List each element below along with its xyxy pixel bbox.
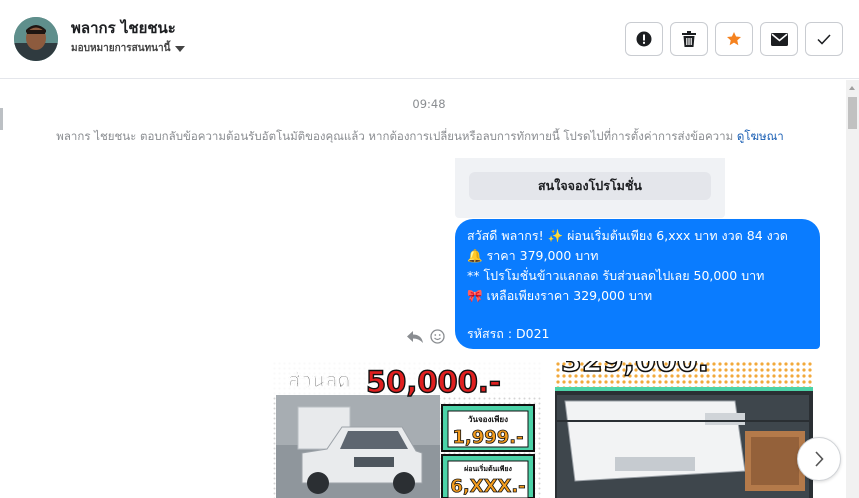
star-icon xyxy=(727,32,741,46)
ad-box2-label: ผ่อนเริ่มต้นเพียง xyxy=(464,463,512,473)
ad-image-truck[interactable]: 329,000. xyxy=(555,361,813,498)
ad-box2-value: 6,XXX.- xyxy=(450,476,525,497)
envelope-icon xyxy=(770,32,788,46)
trash-icon xyxy=(682,31,696,47)
carousel-next-button[interactable] xyxy=(797,437,841,481)
message-line: สวัสดี พลากร! ✨ ผ่อนเริ่มต้นเพียง 6,xxx … xyxy=(467,228,788,243)
ad-discount-text: 50,000.- xyxy=(366,365,501,399)
message-bubble[interactable]: สวัสดี พลากร! ✨ ผ่อนเริ่มต้นเพียง 6,xxx … xyxy=(455,219,820,349)
ad-price-text: 329,000. xyxy=(561,361,709,379)
assign-label: มอบหมายการสนทนานี้ xyxy=(71,43,171,54)
template-card: สนใจจองโปรโมชั่น xyxy=(455,158,725,218)
message-actions xyxy=(406,329,445,344)
reply-icon[interactable] xyxy=(406,330,424,344)
check-icon xyxy=(817,33,831,45)
message-line: ** โปรโมชั่นข้าวแลกลด รับส่วนลดไปเลย 50,… xyxy=(467,268,765,283)
header-actions xyxy=(625,22,843,56)
spam-button[interactable] xyxy=(625,22,663,56)
message-line: รหัสรถ : D021 xyxy=(467,326,550,341)
star-button[interactable] xyxy=(715,22,753,56)
ad-box1-value: 1,999.- xyxy=(452,427,523,448)
contact-name: พลากร ไชยชนะ xyxy=(71,19,176,37)
conversation-header: พลากร ไชยชนะ มอบหมายการสนทนานี้ xyxy=(0,0,859,79)
emoji-icon[interactable] xyxy=(430,329,445,344)
mark-unread-button[interactable] xyxy=(760,22,798,56)
contact-avatar[interactable] xyxy=(14,17,58,61)
message-line: 🔔 ราคา 379,000 บาท xyxy=(467,248,599,263)
system-message: พลากร ไชยชนะ ตอบกลับข้อความต้อนรับอัตโนม… xyxy=(0,128,840,146)
scroll-up-arrow-icon[interactable] xyxy=(849,86,855,90)
book-promotion-button[interactable]: สนใจจองโปรโมชั่น xyxy=(469,172,711,200)
done-button[interactable] xyxy=(805,22,843,56)
ad-image-discount[interactable]: ส่วนลด 50,000.- วันจองเพียง 1,999.- ผ่อน… xyxy=(272,361,543,498)
assign-conversation-dropdown[interactable]: มอบหมายการสนทนานี้ xyxy=(71,41,186,56)
left-edge-marker xyxy=(0,108,3,130)
message-timestamp: 09:48 xyxy=(412,97,446,111)
chevron-right-icon xyxy=(815,451,824,467)
ad-box1-label: วันจองเพียง xyxy=(468,414,508,424)
message-line: 🎀 เหลือเพียงราคา 329,000 บาท xyxy=(467,288,653,303)
ad-headline-text: ส่วนลด xyxy=(288,368,350,392)
delete-button[interactable] xyxy=(670,22,708,56)
view-ad-link[interactable]: ดูโฆษณา xyxy=(737,129,784,143)
caret-down-icon xyxy=(175,45,186,52)
exclamation-circle-icon xyxy=(636,31,652,47)
scrollbar[interactable] xyxy=(846,80,859,498)
system-message-text: พลากร ไชยชนะ ตอบกลับข้อความต้อนรับอัตโนม… xyxy=(56,129,734,143)
